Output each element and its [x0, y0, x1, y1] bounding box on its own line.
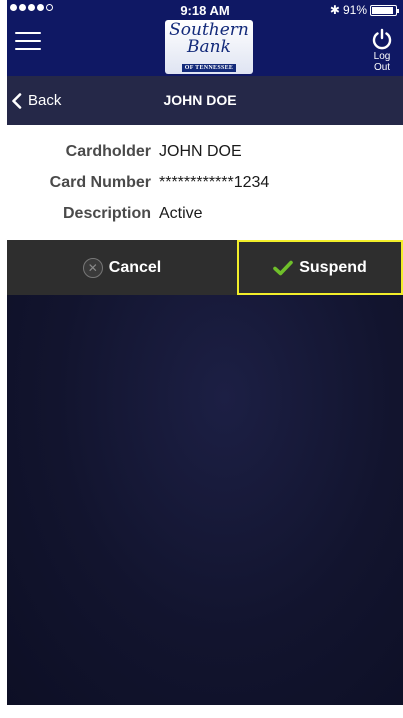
cancel-icon: ✕ — [82, 257, 103, 278]
detail-row-card-number: Card Number ************1234 — [7, 174, 403, 205]
battery-fill — [372, 6, 393, 14]
power-icon — [372, 28, 392, 50]
bottom-strip — [7, 705, 403, 718]
detail-label: Card Number — [49, 174, 151, 191]
app-screen: 9:18 AM ✱ 91% Southern Bank OF TENNESSEE — [0, 0, 403, 718]
suspend-label: Suspend — [299, 258, 367, 276]
app-bar: Southern Bank OF TENNESSEE Log Out — [7, 20, 403, 76]
page-title: JOHN DOE — [163, 92, 237, 108]
logout-button[interactable]: Log Out — [365, 28, 399, 73]
navigation-bar: Back JOHN DOE — [7, 76, 403, 125]
menu-icon[interactable] — [15, 30, 41, 52]
detail-label: Description — [62, 205, 151, 222]
battery-status: ✱ 91% — [329, 3, 399, 17]
card-details: Cardholder JOHN DOE Card Number ********… — [7, 125, 403, 238]
content-background — [7, 295, 403, 705]
logout-label: Log Out — [373, 51, 391, 73]
detail-label: Cardholder — [65, 143, 151, 160]
detail-row-description: Description Active — [7, 205, 403, 236]
bluetooth-icon: ✱ — [329, 3, 340, 17]
logo-text-line3: OF TENNESSEE — [181, 64, 237, 72]
checkmark-icon — [273, 260, 294, 275]
cancel-button[interactable]: ✕ Cancel — [7, 240, 237, 295]
action-bar: ✕ Cancel Suspend — [7, 240, 403, 295]
detail-value: ************1234 — [159, 174, 270, 191]
top-header: 9:18 AM ✱ 91% Southern Bank OF TENNESSEE — [7, 0, 403, 76]
battery-percent: 91% — [342, 3, 367, 17]
detail-value: Active — [159, 205, 203, 222]
suspend-button[interactable]: Suspend — [237, 240, 403, 295]
detail-row-cardholder: Cardholder JOHN DOE — [7, 143, 403, 174]
battery-icon — [370, 4, 399, 16]
status-bar: 9:18 AM ✱ 91% — [7, 0, 403, 20]
logo-text-line2: Bank — [187, 37, 231, 57]
bank-logo: Southern Bank OF TENNESSEE — [165, 20, 253, 74]
cancel-label: Cancel — [108, 258, 162, 276]
detail-value: JOHN DOE — [159, 143, 242, 160]
